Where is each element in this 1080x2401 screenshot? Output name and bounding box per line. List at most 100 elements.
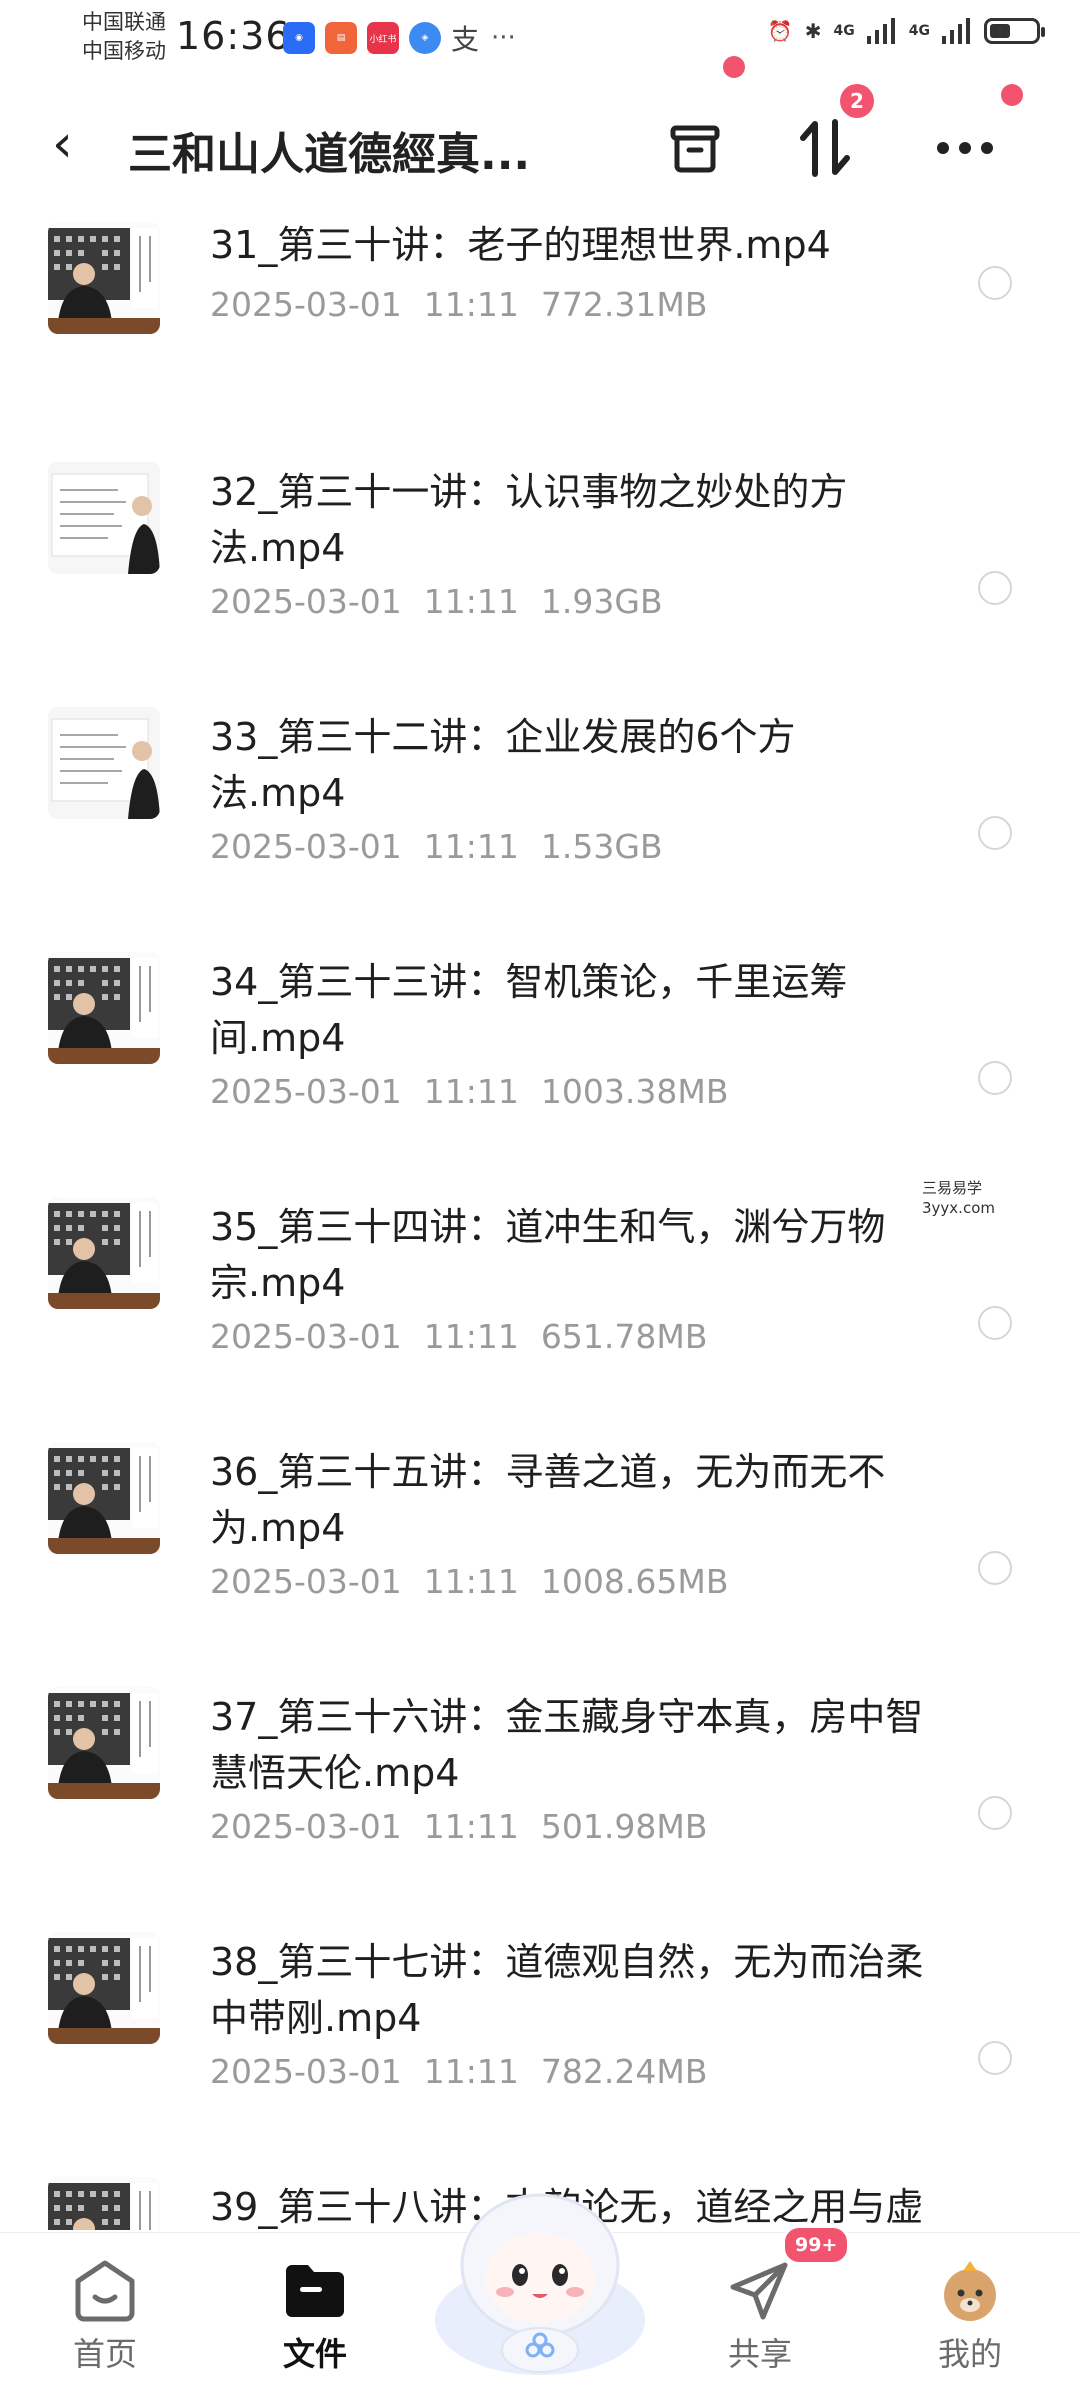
video-thumbnail xyxy=(48,1932,160,2044)
file-row[interactable]: 31_第三十讲：老子的理想世界.mp4 2025-03-01 11:11 772.31… xyxy=(0,200,1080,380)
page-title: 三和山人道德經真... xyxy=(128,129,531,180)
network-2-label: 4G xyxy=(908,23,930,39)
notification-app-icons: ◉ ▤ 小红书 ◈ 支 ··· xyxy=(283,18,516,58)
transfer-arrows-icon xyxy=(800,119,850,177)
file-size: 651.78MB xyxy=(540,1317,708,1356)
more-dots-icon xyxy=(937,142,993,154)
transfer-button[interactable] xyxy=(785,108,865,188)
folder-icon xyxy=(286,2265,344,2317)
file-time: 11:11 xyxy=(423,1562,519,1601)
file-name: 35_第三十四讲：道冲生和气，渊兮万物宗.mp4 xyxy=(210,1205,886,1305)
select-radio[interactable] xyxy=(978,1061,1012,1095)
file-meta: 2025-03-01 11:11 1.93GB xyxy=(210,582,685,621)
file-name: 32_第三十一讲：认识事物之妙处的方法.mp4 xyxy=(210,470,848,570)
paper-plane-icon xyxy=(730,2262,788,2320)
file-meta: 2025-03-01 11:11 651.78MB xyxy=(210,1317,729,1356)
video-thumbnail xyxy=(48,222,160,334)
file-row[interactable]: 37_第三十六讲：金玉藏身守本真，房中智慧悟天伦.mp4 2025-03-01 11… xyxy=(0,1605,1080,1850)
file-row[interactable]: 34_第三十三讲：智机策论，千里运筹间.mp4 2025-03-01 11:11 10… xyxy=(0,870,1080,1115)
video-thumbnail xyxy=(48,1442,160,1554)
file-date: 2025-03-01 xyxy=(210,1072,402,1111)
carrier-info: 中国联通 中国移动 xyxy=(82,8,166,66)
nav-mine-label: 我的 xyxy=(937,2335,1002,2373)
file-time: 11:11 xyxy=(423,827,519,866)
carrier-1: 中国联通 xyxy=(82,10,166,34)
file-size: 772.31MB xyxy=(540,285,708,324)
battery-level xyxy=(990,24,1010,38)
shop-app-icon: ▤ xyxy=(325,22,357,54)
back-button[interactable]: ‹ xyxy=(52,116,96,176)
select-radio[interactable] xyxy=(978,2041,1012,2075)
file-time: 11:11 xyxy=(423,2052,519,2091)
file-row[interactable]: 38_第三十七讲：道德观自然，无为而治柔中带刚.mp4 2025-03-01 11:… xyxy=(0,1850,1080,2095)
clock: 16:36 xyxy=(176,14,291,58)
avatar-icon xyxy=(944,2261,996,2321)
file-date: 2025-03-01 xyxy=(210,1562,402,1601)
nav-home[interactable]: 首页 xyxy=(35,2233,175,2401)
file-size: 1.93GB xyxy=(540,582,663,621)
video-thumbnail xyxy=(48,1687,160,1799)
nav-home-label: 首页 xyxy=(72,2335,137,2373)
nav-mine[interactable]: 我的 xyxy=(900,2233,1040,2401)
file-meta: 2025-03-01 11:11 1.53GB xyxy=(210,827,685,866)
network-1-label: 4G xyxy=(833,23,855,39)
video-thumbnail xyxy=(48,707,160,819)
carrier-2: 中国移动 xyxy=(82,39,166,63)
file-size: 1.53GB xyxy=(540,827,663,866)
file-meta: 2025-03-01 11:11 772.31MB xyxy=(210,285,729,324)
archive-box-icon xyxy=(670,125,720,173)
video-thumbnail xyxy=(48,2177,160,2230)
file-name: 36_第三十五讲：寻善之道，无为而无不为.mp4 xyxy=(210,1450,886,1550)
nav-files-label: 文件 xyxy=(282,2335,347,2373)
select-radio[interactable] xyxy=(978,1796,1012,1830)
ai-assistant-mascot[interactable] xyxy=(425,2170,655,2380)
select-radio[interactable] xyxy=(978,816,1012,850)
file-date: 2025-03-01 xyxy=(210,2052,402,2091)
more-notifications-icon: ··· xyxy=(491,23,516,53)
file-meta: 2025-03-01 11:11 501.98MB xyxy=(210,1807,729,1846)
share-badge: 99+ xyxy=(782,2225,851,2265)
file-time: 11:11 xyxy=(423,1317,519,1356)
file-name: 38_第三十七讲：道德观自然，无为而治柔中带刚.mp4 xyxy=(210,1940,924,2040)
file-date: 2025-03-01 xyxy=(210,285,402,324)
video-thumbnail xyxy=(48,462,160,574)
file-date: 2025-03-01 xyxy=(210,1317,402,1356)
nav-files[interactable]: 文件 xyxy=(245,2233,385,2401)
file-name: 31_第三十讲：老子的理想世界.mp4 xyxy=(210,223,831,267)
nav-share-label: 共享 xyxy=(727,2335,792,2373)
file-date: 2025-03-01 xyxy=(210,1807,402,1846)
file-row[interactable]: 32_第三十一讲：认识事物之妙处的方法.mp4 2025-03-01 11:11 1.… xyxy=(0,380,1080,625)
file-row[interactable]: 36_第三十五讲：寻善之道，无为而无不为.mp4 2025-03-01 11:11 1… xyxy=(0,1360,1080,1605)
transfer-badge: 2 xyxy=(840,84,874,118)
nav-share[interactable]: 共享 99+ xyxy=(690,2225,851,2401)
alipay-icon: 支 xyxy=(451,23,480,56)
file-size: 1008.65MB xyxy=(540,1562,729,1601)
recycle-bin-dot xyxy=(723,56,745,78)
file-meta: 2025-03-01 11:11 782.24MB xyxy=(210,2052,729,2091)
select-radio[interactable] xyxy=(978,1306,1012,1340)
signal-1-icon xyxy=(866,18,895,44)
alarm-icon: ⏰ xyxy=(767,19,793,43)
select-radio[interactable] xyxy=(978,266,1012,300)
more-options-dot xyxy=(1001,84,1023,106)
signal-2-icon xyxy=(942,18,970,44)
recycle-bin-button[interactable] xyxy=(655,108,735,188)
xiaohongshu-app-icon: 小红书 xyxy=(367,22,399,54)
file-name: 34_第三十三讲：智机策论，千里运筹间.mp4 xyxy=(210,960,848,1060)
video-thumbnail xyxy=(48,1197,160,1309)
battery-icon xyxy=(984,18,1045,44)
file-time: 11:11 xyxy=(423,1807,519,1846)
header-bar: ‹ 三和山人道德經真... 2 xyxy=(0,56,1080,200)
file-time: 11:11 xyxy=(423,582,519,621)
select-radio[interactable] xyxy=(978,571,1012,605)
file-row[interactable]: 35_第三十四讲：道冲生和气，渊兮万物宗.mp4 2025-03-01 11:11 6… xyxy=(0,1115,1080,1360)
file-name: 33_第三十二讲：企业发展的6个方法.mp4 xyxy=(210,715,796,815)
file-size: 501.98MB xyxy=(540,1807,708,1846)
file-name: 37_第三十六讲：金玉藏身守本真，房中智慧悟天伦.mp4 xyxy=(210,1695,924,1795)
file-time: 11:11 xyxy=(423,1072,519,1111)
file-row[interactable]: 33_第三十二讲：企业发展的6个方法.mp4 2025-03-01 11:11 1.5… xyxy=(0,625,1080,870)
watermark: 三易易学 3yyx.com xyxy=(918,1176,999,1220)
select-radio[interactable] xyxy=(978,1551,1012,1585)
watermark-line-1: 三易易学 xyxy=(922,1179,983,1197)
more-options-button[interactable] xyxy=(925,108,1005,188)
